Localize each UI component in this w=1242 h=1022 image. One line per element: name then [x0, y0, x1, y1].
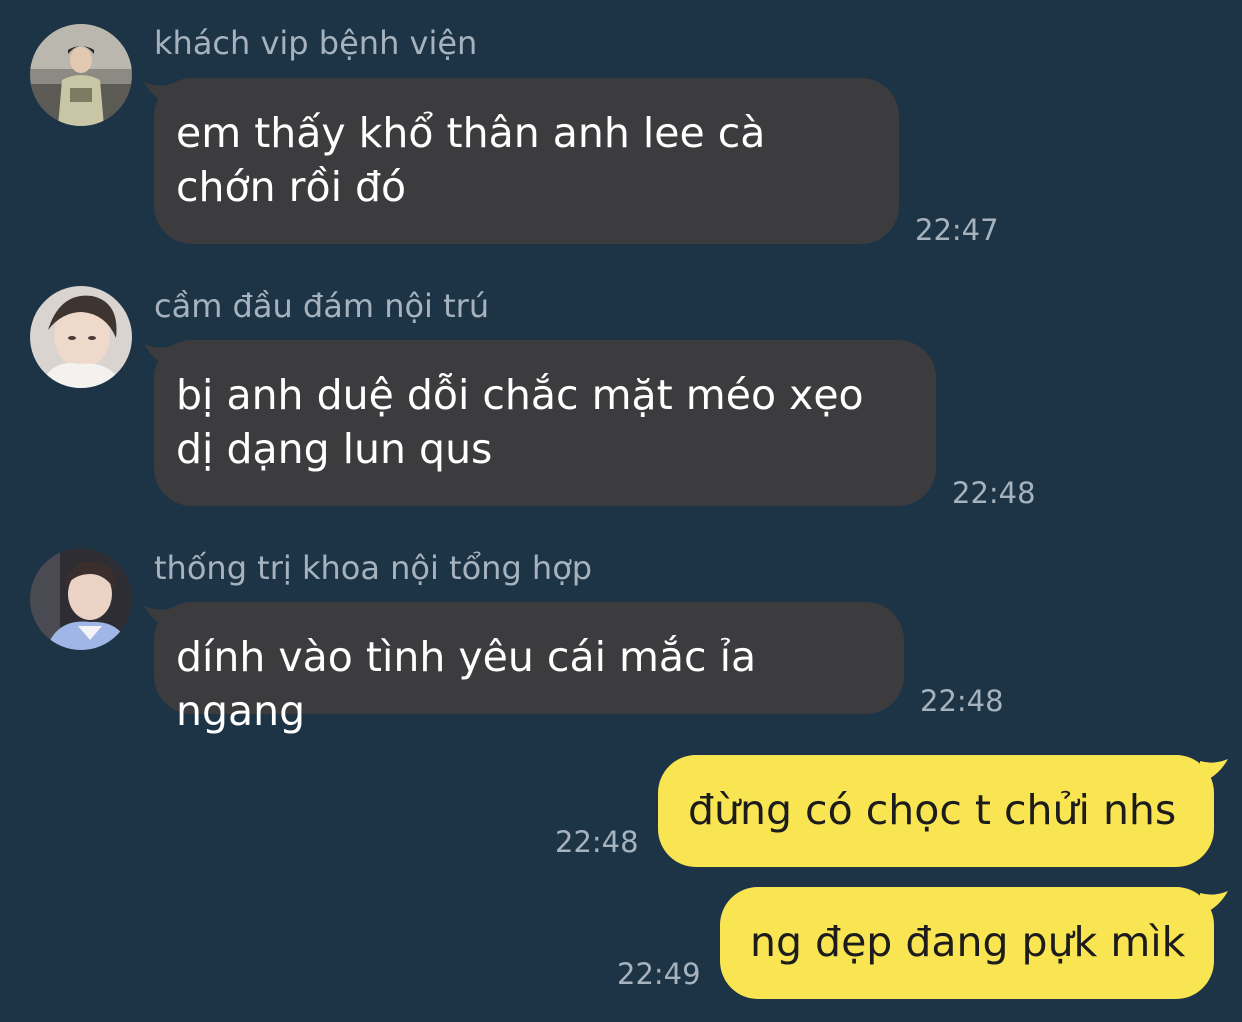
- message-text: đừng có chọc t chửi nhs: [688, 786, 1177, 834]
- sender-name: khách vip bệnh viện: [154, 24, 478, 62]
- message-text: dính vào tình yêu cái mắc ỉa ngang: [176, 633, 757, 735]
- sender-avatar-1[interactable]: [30, 24, 132, 126]
- message-bubble[interactable]: đừng có chọc t chửi nhs: [658, 755, 1214, 867]
- message-bubble[interactable]: em thấy khổ thân anh lee cà chớn rồi đó: [154, 78, 899, 244]
- message-time: 22:48: [952, 476, 1036, 510]
- message-time: 22:49: [617, 957, 701, 991]
- user-avatar-icon: [30, 548, 132, 650]
- bubble-tail: [1200, 891, 1228, 915]
- message-time: 22:47: [915, 213, 999, 247]
- sender-name: thống trị khoa nội tổng hợp: [154, 549, 593, 587]
- message-bubble[interactable]: ng đẹp đang pựk mìk: [720, 887, 1214, 999]
- message-text: ng đẹp đang pựk mìk: [750, 918, 1186, 966]
- user-avatar-icon: [30, 286, 132, 388]
- message-text: em thấy khổ thân anh lee cà chớn rồi đó: [176, 109, 766, 211]
- message-time: 22:48: [920, 684, 1004, 718]
- sender-avatar-3[interactable]: [30, 548, 132, 650]
- chat-thread: khách vip bệnh viện em thấy khổ thân anh…: [0, 0, 1242, 1022]
- message-text: bị anh duệ dỗi chắc mặt méo xẹo dị dạng …: [176, 371, 864, 473]
- message-bubble[interactable]: dính vào tình yêu cái mắc ỉa ngang: [154, 602, 904, 735]
- user-avatar-icon: [30, 24, 132, 126]
- sender-name: cầm đầu đám nội trú: [154, 287, 490, 325]
- message-bubble[interactable]: bị anh duệ dỗi chắc mặt méo xẹo dị dạng …: [154, 340, 936, 506]
- sender-avatar-2[interactable]: [30, 286, 132, 388]
- bubble-tail: [1200, 759, 1228, 783]
- message-time: 22:48: [555, 825, 639, 859]
